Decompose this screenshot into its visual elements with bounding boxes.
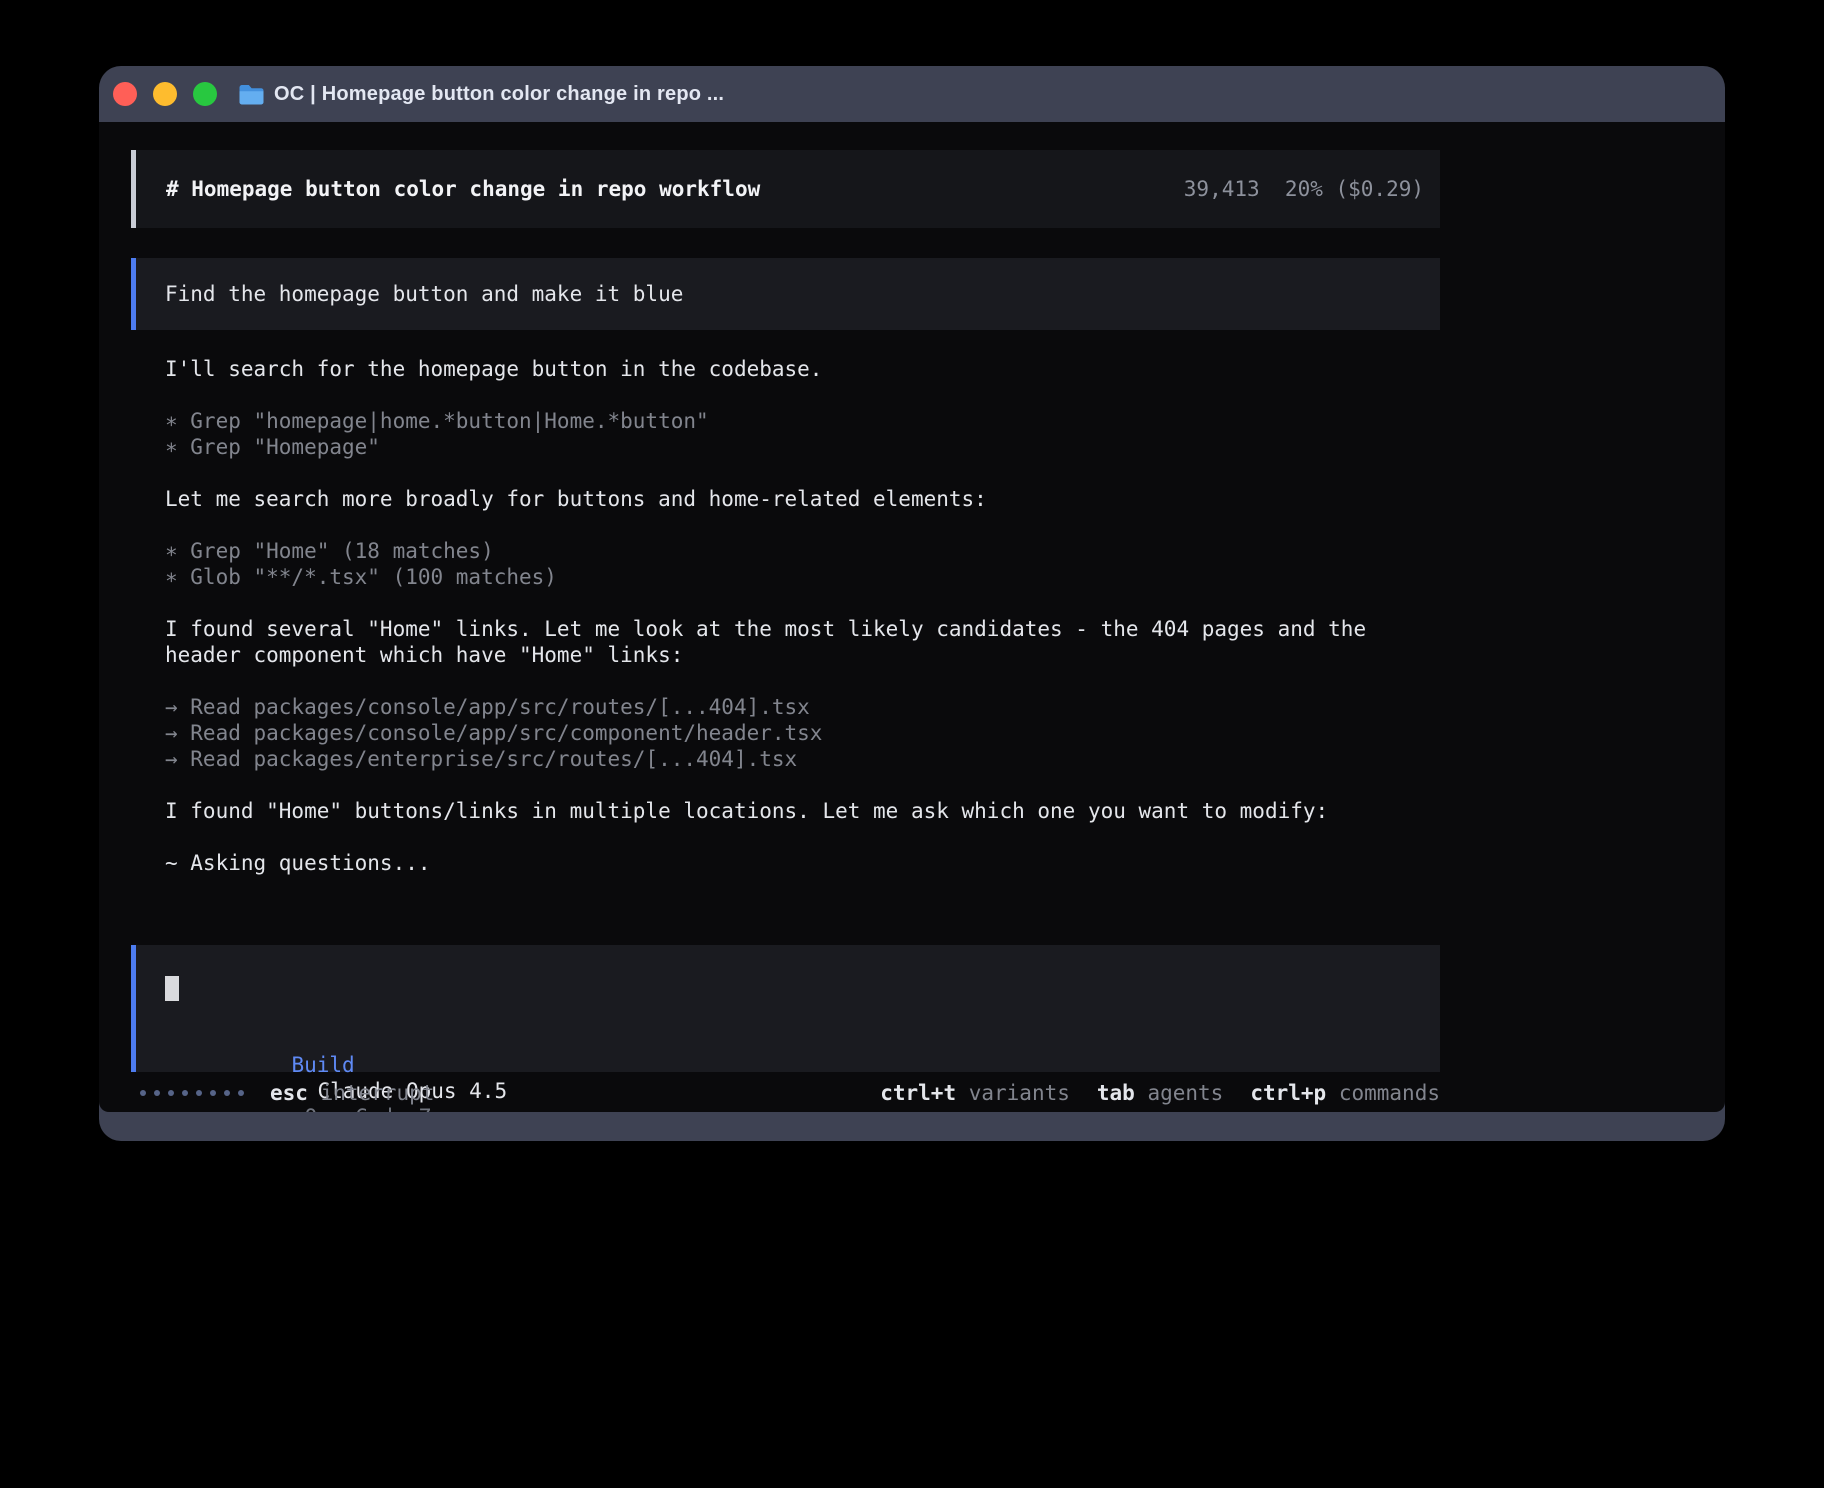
transcript-line: → Read packages/enterprise/src/routes/[.… <box>165 746 1440 772</box>
transcript-line: I'll search for the homepage button in t… <box>165 356 1440 382</box>
text-cursor <box>165 976 179 1001</box>
transcript-line: ∗ Grep "homepage|home.*button|Home.*butt… <box>165 408 1440 434</box>
shortcut-label: commands <box>1326 1081 1440 1105</box>
spinner-dot <box>196 1090 202 1096</box>
shortcut-hint: ctrl+t variants <box>880 1080 1070 1106</box>
transcript-line <box>165 382 1440 408</box>
spinner-dots <box>140 1090 244 1096</box>
zoom-button[interactable] <box>193 82 217 106</box>
transcript-line: → Read packages/console/app/src/routes/[… <box>165 694 1440 720</box>
transcript: I'll search for the homepage button in t… <box>131 356 1440 928</box>
agent-status-line: ▣ Build · claude-opus-4-5 <box>165 902 1440 928</box>
transcript-line: → Read packages/console/app/src/componen… <box>165 720 1440 746</box>
shortcut-label: variants <box>956 1081 1070 1105</box>
spinner-dot <box>224 1090 230 1096</box>
traffic-lights <box>113 82 217 106</box>
transcript-line <box>165 512 1440 538</box>
user-message-text: Find the homepage button and make it blu… <box>165 281 683 307</box>
spinner-dot <box>140 1090 146 1096</box>
close-button[interactable] <box>113 82 137 106</box>
terminal-content: # Homepage button color change in repo w… <box>99 122 1725 1112</box>
tui-main-column: # Homepage button color change in repo w… <box>131 150 1440 1112</box>
session-title: # Homepage button color change in repo w… <box>166 176 760 202</box>
window-titlebar: OC | Homepage button color change in rep… <box>99 66 1725 122</box>
transcript-line <box>165 772 1440 798</box>
spinner-dot <box>182 1090 188 1096</box>
transcript-line: I found several "Home" links. Let me loo… <box>165 616 1440 642</box>
folder-icon <box>238 83 265 105</box>
esc-label: interrupt <box>308 1081 434 1105</box>
spinner-dot <box>168 1090 174 1096</box>
transcript-line <box>165 824 1440 850</box>
transcript-line: ~ Asking questions... <box>165 850 1440 876</box>
transcript-line <box>165 668 1440 694</box>
session-header: # Homepage button color change in repo w… <box>131 150 1440 228</box>
session-stats: 39,413 20% ($0.29) <box>1184 176 1424 202</box>
user-message: Find the homepage button and make it blu… <box>131 258 1440 330</box>
transcript-line <box>165 460 1440 486</box>
transcript-line <box>165 876 1440 902</box>
transcript-line: I found "Home" buttons/links in multiple… <box>165 798 1440 824</box>
transcript-line: ∗ Glob "**/*.tsx" (100 matches) <box>165 564 1440 590</box>
shortcut-key: tab <box>1097 1081 1135 1105</box>
status-left: esc interrupt <box>140 1080 434 1106</box>
window-bottom-strip <box>99 1112 1725 1141</box>
assistant-lines: I'll search for the homepage button in t… <box>165 356 1440 902</box>
terminal-window: OC | Homepage button color change in rep… <box>99 66 1725 1141</box>
window-title: OC | Homepage button color change in rep… <box>274 83 724 106</box>
prompt-input[interactable]: Build Claude Opus 4.5 OpenCode Zen <box>131 945 1440 1072</box>
transcript-line <box>165 590 1440 616</box>
transcript-line: Let me search more broadly for buttons a… <box>165 486 1440 512</box>
spinner-dot <box>154 1090 160 1096</box>
spinner-dot <box>210 1090 216 1096</box>
esc-hint: esc interrupt <box>270 1080 434 1106</box>
transcript-line: header component which have "Home" links… <box>165 642 1440 668</box>
provider-label: OpenCode Zen <box>304 1105 456 1112</box>
prompt-footer: Build Claude Opus 4.5 OpenCode Zen <box>165 1026 1411 1052</box>
esc-key: esc <box>270 1081 308 1105</box>
shortcut-key: ctrl+t <box>880 1081 956 1105</box>
transcript-line: ∗ Grep "Homepage" <box>165 434 1440 460</box>
prompt-input-line <box>165 975 1411 1001</box>
agent-mode-label: Build <box>291 1053 354 1077</box>
shortcut-key: ctrl+p <box>1250 1081 1326 1105</box>
shortcut-hint: tab agents <box>1097 1080 1223 1106</box>
shortcut-hint: ctrl+p commands <box>1250 1080 1440 1106</box>
shortcut-hints: ctrl+t variants tab agents ctrl+p commands <box>880 1080 1440 1106</box>
status-bar: esc interrupt ctrl+t variantstab agentsc… <box>131 1080 1440 1106</box>
spinner-dot <box>238 1090 244 1096</box>
minimize-button[interactable] <box>153 82 177 106</box>
shortcut-label: agents <box>1135 1081 1224 1105</box>
transcript-line: ∗ Grep "Home" (18 matches) <box>165 538 1440 564</box>
